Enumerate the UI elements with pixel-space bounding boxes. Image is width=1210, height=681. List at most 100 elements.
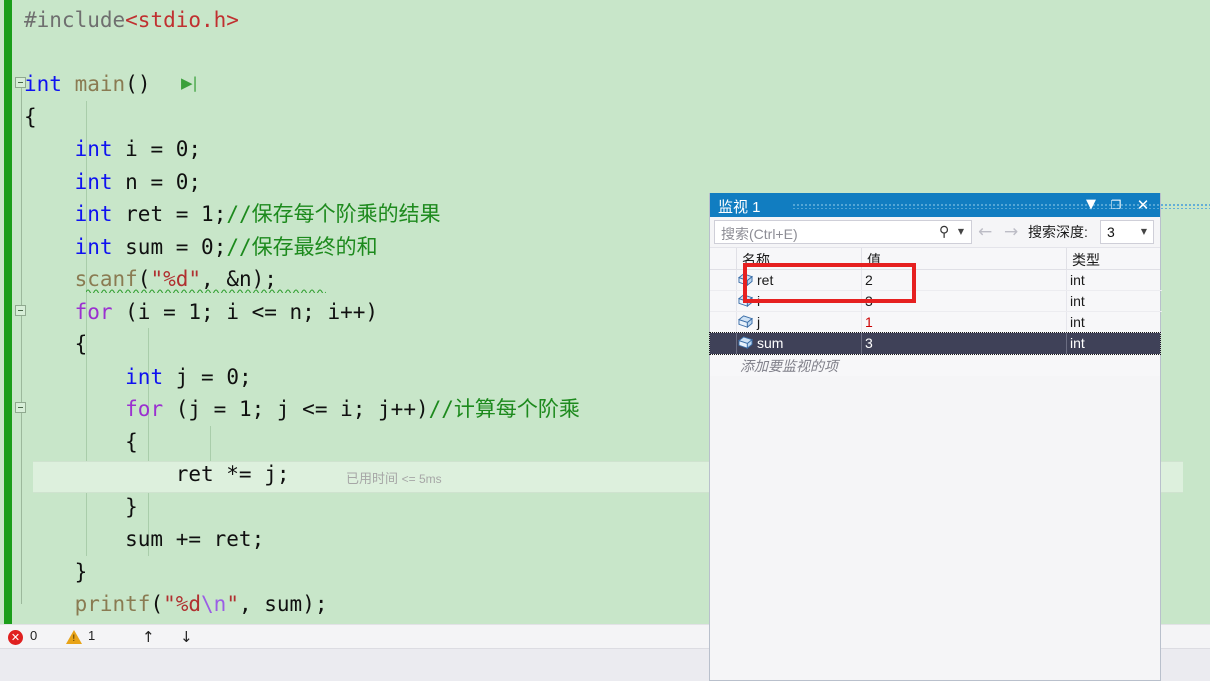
watch-row[interactable]: i 3 int (710, 291, 1162, 312)
watch-variable-name[interactable]: ret (757, 272, 773, 288)
code-line[interactable]: { (0, 101, 1210, 134)
search-depth-input[interactable]: 3 ▼ (1100, 220, 1154, 244)
maximize-icon[interactable]: ❐ (1105, 193, 1127, 217)
watch-row[interactable]: ret 2 int (710, 270, 1162, 291)
watch-window-titlebar[interactable]: 监视 1 ▼ ❐ ✕ (710, 193, 1210, 217)
row-separator-value (1066, 312, 1067, 333)
code-line[interactable] (0, 36, 1210, 69)
watch-variables-grid[interactable]: 名称 值 类型 ret 2 int i 3 int j 1 int sum 3 int 添加要监视的项 (709, 248, 1162, 376)
error-squiggle (86, 288, 326, 293)
add-watch-item-row[interactable]: 添加要监视的项 (710, 354, 1160, 376)
code-token: { (24, 430, 138, 454)
code-token: //计算每个阶乘 (428, 397, 580, 421)
variable-box-icon (738, 336, 753, 350)
search-placeholder: 搜索(Ctrl+E) (721, 226, 798, 242)
code-token: ; i <= n; i++) (201, 300, 379, 324)
watch-variable-value[interactable]: 2 (865, 272, 873, 288)
watch-window[interactable]: 监视 1 ▼ ❐ ✕ 搜索(Ctrl+E) ⚲ ▼ ← → 搜索深度: 3 ▼ … (709, 193, 1210, 681)
code-token: ret = (112, 202, 202, 226)
chevron-down-icon[interactable]: ▼ (1080, 193, 1102, 217)
next-item-arrow-icon[interactable]: ↓ (180, 628, 193, 646)
row-separator-name (861, 291, 862, 312)
watch-variable-value[interactable]: 3 (865, 293, 873, 309)
column-header-type[interactable]: 类型 (1072, 250, 1100, 270)
row-separator-gutter (736, 312, 737, 333)
watch-row[interactable]: sum 3 int (709, 332, 1161, 355)
code-token: #include (24, 8, 126, 32)
code-token: i = (112, 137, 176, 161)
warning-count[interactable]: 1 (88, 628, 95, 643)
variable-box-icon (738, 294, 753, 308)
watch-variable-type: int (1070, 335, 1085, 351)
code-token: 1 (188, 300, 202, 324)
add-watch-item-placeholder: 添加要监视的项 (740, 358, 838, 374)
code-token: int (24, 72, 62, 96)
step-into-arrow-icon[interactable]: ▶| (181, 74, 198, 92)
code-token: j = (163, 365, 227, 389)
watch-variable-type: int (1070, 314, 1085, 330)
warning-glyph: ! (72, 634, 76, 644)
code-token: ; (213, 235, 227, 259)
column-separator-name[interactable] (861, 248, 862, 269)
row-separator-value (1066, 270, 1067, 291)
code-token: ( (150, 592, 164, 616)
code-token: sum = (112, 235, 202, 259)
row-separator-value (1066, 333, 1067, 354)
code-token: 0 (201, 235, 214, 259)
column-separator-gutter[interactable] (736, 248, 737, 269)
code-token: "%d (163, 592, 202, 616)
code-token: int (74, 235, 113, 259)
code-token: 0 (226, 365, 239, 389)
row-separator-value (1066, 291, 1067, 312)
watch-row[interactable]: j 1 int (710, 312, 1162, 333)
column-separator-value[interactable] (1066, 248, 1067, 269)
code-token: //保存每个阶乘的结果 (226, 202, 441, 226)
code-token: 1 (238, 397, 252, 421)
watch-toolbar[interactable]: 搜索(Ctrl+E) ⚲ ▼ ← → 搜索深度: 3 ▼ (710, 217, 1160, 248)
watch-variable-type: int (1070, 272, 1085, 288)
code-token: (j = (163, 397, 239, 421)
code-token: ret *= j; (24, 462, 290, 486)
code-line[interactable]: int i = 0; (0, 133, 1210, 166)
search-depth-chevron-down-icon[interactable]: ▼ (1141, 227, 1147, 236)
grid-header-row: 名称 值 类型 (710, 248, 1160, 270)
watch-variable-name[interactable]: sum (757, 335, 783, 351)
search-next-arrow-icon[interactable]: → (1004, 222, 1018, 242)
code-token: " (226, 592, 239, 616)
elapsed-time-tooltip: 已用时间 <= 5ms (346, 468, 442, 487)
grid-rows-container[interactable]: ret 2 int i 3 int j 1 int sum 3 int (709, 270, 1162, 355)
code-token: int (74, 170, 113, 194)
search-options-chevron-down-icon[interactable]: ▼ (958, 227, 964, 236)
search-previous-arrow-icon[interactable]: ← (978, 222, 992, 242)
column-header-value[interactable]: 值 (867, 250, 881, 270)
code-token: <stdio.h> (125, 8, 239, 32)
close-icon[interactable]: ✕ (1132, 193, 1154, 217)
search-input[interactable]: 搜索(Ctrl+E) ⚲ ▼ (714, 220, 972, 244)
watch-variable-value[interactable]: 3 (865, 335, 873, 351)
code-token: int (74, 137, 113, 161)
variable-box-icon (738, 273, 753, 287)
search-depth-label: 搜索深度: (1028, 224, 1088, 240)
search-icon[interactable]: ⚲ (939, 224, 949, 240)
code-token: for (74, 300, 113, 324)
previous-item-arrow-icon[interactable]: ↑ (142, 628, 155, 646)
watch-variable-type: int (1070, 293, 1085, 309)
row-separator-gutter (736, 333, 737, 354)
watch-variable-value[interactable]: 1 (865, 314, 873, 330)
elapsed-time-value: <= 5ms (401, 472, 442, 486)
watch-variable-name[interactable]: i (757, 293, 760, 309)
error-count[interactable]: 0 (30, 628, 37, 643)
row-separator-gutter (736, 291, 737, 312)
code-line[interactable]: #include<stdio.h> (0, 4, 1210, 37)
column-header-name[interactable]: 名称 (742, 250, 770, 270)
code-token: ; (238, 365, 252, 389)
error-icon: ✕ (8, 630, 23, 645)
variable-box-icon (738, 315, 753, 329)
watch-variable-name[interactable]: j (757, 314, 760, 330)
